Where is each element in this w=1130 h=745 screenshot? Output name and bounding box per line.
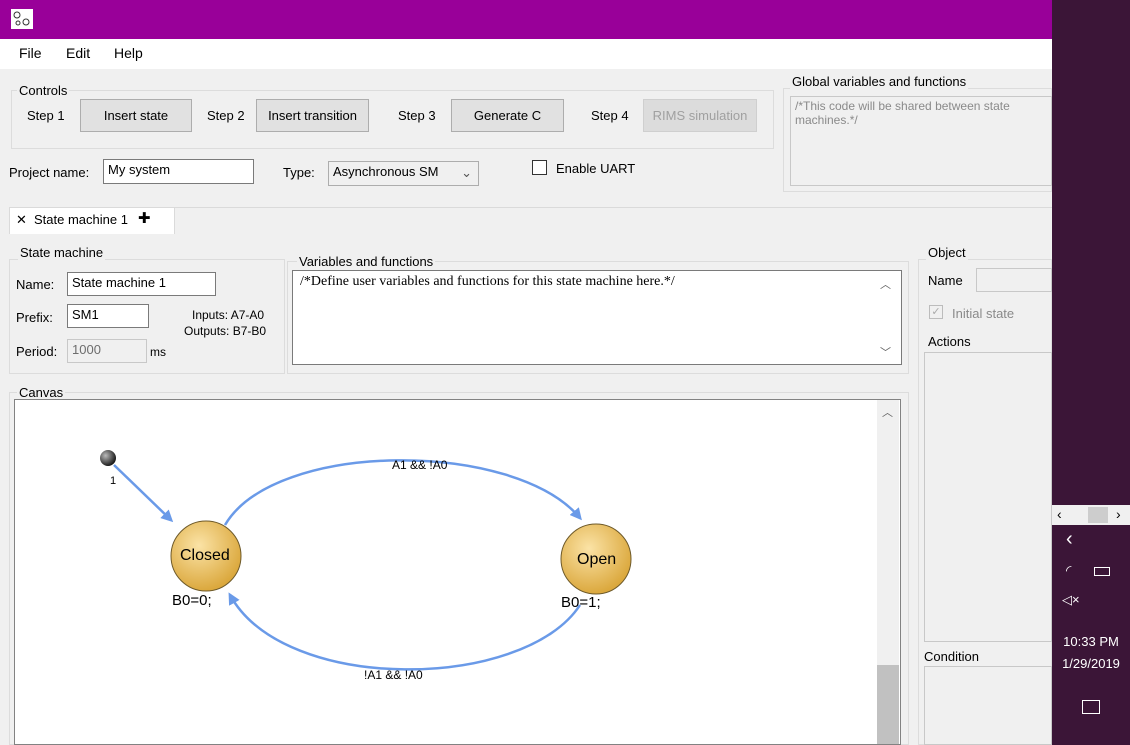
global-code-textarea[interactable]: /*This code will be shared between state… — [790, 96, 1052, 186]
type-select-value: Asynchronous SM — [333, 164, 439, 179]
insert-state-button[interactable]: Insert state — [80, 99, 192, 132]
transition-open-to-closed[interactable] — [228, 592, 582, 671]
uart-checkbox[interactable] — [532, 160, 547, 175]
actions-label: Actions — [928, 334, 971, 349]
sm-prefix-input[interactable]: SM1 — [67, 304, 149, 328]
condition-label: Condition — [924, 649, 979, 664]
step4-label: Step 4 — [591, 108, 629, 123]
close-tab-icon[interactable]: ✕ — [16, 212, 27, 228]
state-closed-name: Closed — [180, 547, 230, 564]
step1-label: Step 1 — [27, 108, 65, 123]
tab-state-machine-1[interactable]: State machine 1 — [34, 212, 128, 227]
inputs-info: Inputs: A7-A0 — [192, 308, 265, 322]
menu-file[interactable]: File — [19, 45, 42, 61]
menu-help[interactable]: Help — [114, 45, 143, 61]
object-name-input[interactable] — [976, 268, 1052, 292]
state-closed-action: B0=0; — [172, 592, 212, 609]
canvas-scroll-up-icon[interactable]: ︿ — [882, 404, 893, 420]
tray-scroll-left-icon[interactable]: ‹ — [1057, 506, 1062, 522]
scroll-down-icon[interactable]: ﹀ — [880, 344, 891, 360]
state-diagram — [100, 450, 632, 671]
project-name-input[interactable]: My system — [103, 159, 254, 184]
type-select[interactable]: Asynchronous SM ⌄ — [328, 161, 479, 186]
period-unit: ms — [150, 345, 166, 359]
canvas[interactable]: 1 Closed B0=0; Open B0=1; A1 && !A0 !A1 … — [14, 399, 901, 745]
state-open-name: Open — [577, 551, 617, 568]
object-name-label: Name — [928, 273, 963, 288]
state-open-action: B0=1; — [561, 594, 601, 611]
chevron-down-icon: ⌄ — [461, 165, 472, 180]
generate-c-button[interactable]: Generate C — [451, 99, 564, 132]
sm-prefix-label: Prefix: — [16, 310, 53, 325]
step2-label: Step 2 — [207, 108, 245, 123]
title-bar — [0, 0, 1052, 39]
battery-icon[interactable] — [1094, 567, 1110, 576]
type-label: Type: — [283, 165, 315, 180]
global-title: Global variables and functions — [790, 74, 969, 89]
sm-period-input[interactable]: 1000 — [67, 339, 147, 363]
show-hidden-icons-icon[interactable]: ‹ — [1066, 528, 1073, 551]
app-icon — [11, 9, 33, 29]
rims-simulation-button[interactable]: RIMS simulation — [643, 99, 757, 132]
canvas-scroll-thumb[interactable] — [877, 665, 899, 744]
initial-state-checkbox[interactable]: ✓ — [929, 305, 943, 319]
clock-time[interactable]: 10:33 PM — [1056, 634, 1126, 649]
transition-label-1: A1 && !A0 — [392, 458, 448, 472]
tray-scroll-right-icon[interactable]: › — [1116, 506, 1121, 522]
menu-edit[interactable]: Edit — [66, 45, 90, 61]
project-name-label: Project name: — [9, 165, 90, 180]
uart-label: Enable UART — [556, 161, 636, 176]
object-title: Object — [926, 245, 968, 260]
scroll-up-icon[interactable]: ︿ — [880, 276, 891, 292]
menu-bar — [0, 39, 1052, 69]
sm-period-label: Period: — [16, 344, 58, 359]
variables-title: Variables and functions — [297, 254, 436, 269]
initial-label: 1 — [110, 475, 117, 487]
state-machine-title: State machine — [18, 245, 106, 260]
volume-muted-icon[interactable]: ◁× — [1062, 592, 1080, 608]
initial-state-dot[interactable] — [100, 450, 116, 466]
canvas-title: Canvas — [17, 385, 66, 400]
initial-state-label: Initial state — [952, 306, 1015, 321]
tray-scrollbar[interactable]: ‹ › — [1052, 505, 1130, 525]
controls-title: Controls — [17, 83, 70, 98]
add-tab-icon[interactable]: ✚ — [138, 209, 151, 227]
insert-transition-button[interactable]: Insert transition — [256, 99, 369, 132]
step3-label: Step 3 — [398, 108, 436, 123]
clock-date[interactable]: 1/29/2019 — [1056, 656, 1126, 671]
sm-name-label: Name: — [16, 277, 55, 292]
initial-transition-arrow[interactable] — [113, 464, 174, 523]
wifi-icon[interactable]: ◜ — [1066, 562, 1071, 579]
condition-textarea[interactable] — [924, 666, 1052, 745]
notifications-icon[interactable] — [1082, 700, 1100, 714]
actions-textarea[interactable] — [924, 352, 1052, 642]
tray-scroll-thumb[interactable] — [1088, 507, 1108, 523]
transition-label-2: !A1 && !A0 — [364, 668, 423, 682]
variables-code-textarea[interactable]: /*Define user variables and functions fo… — [292, 270, 902, 365]
outputs-info: Outputs: B7-B0 — [184, 324, 267, 338]
sm-name-input[interactable]: State machine 1 — [67, 272, 216, 296]
